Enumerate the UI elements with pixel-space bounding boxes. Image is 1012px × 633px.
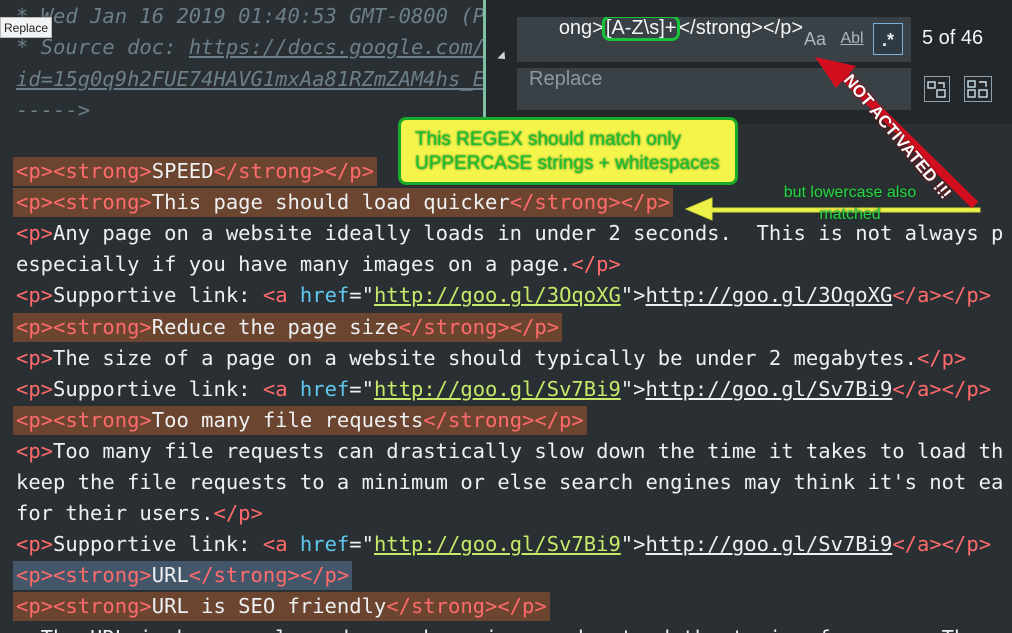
code-line[interactable]: for their users.</p>	[16, 498, 263, 529]
regex-callout: This REGEX should match only UPPERCASE s…	[398, 117, 738, 185]
code-line[interactable]: <p><strong>Reduce the page size</strong>…	[13, 312, 562, 343]
code-line[interactable]: The URL is how people and search engines…	[16, 623, 1004, 633]
code-line[interactable]: <p>Supportive link: <a href="http://goo.…	[16, 374, 991, 405]
code-line[interactable]: <p>Too many file requests can drasticall…	[16, 436, 1003, 467]
source-doc-link[interactable]: https://docs.google.com/	[189, 35, 485, 59]
code-line[interactable]: <p><strong>URL</strong></p>	[13, 560, 352, 591]
lowercase-note: but lowercase also matched	[783, 184, 917, 223]
code-line[interactable]: <p>Supportive link: <a href="http://goo.…	[16, 280, 991, 311]
comment-line: * Wed Jan 16 2019 01:40:53 GMT-0800 (P	[16, 4, 485, 28]
replace-tooltip: Replace	[0, 17, 52, 38]
match-count: 5 of 46	[922, 27, 984, 49]
replace-all-icon	[967, 80, 988, 98]
replace-icon	[927, 81, 946, 98]
comment-line: ----->	[16, 98, 91, 122]
replace-all-button[interactable]	[964, 76, 992, 102]
code-line[interactable]: especially if you have many images on a …	[16, 249, 621, 280]
replace-placeholder: Replace	[529, 68, 603, 90]
code-line[interactable]: <p><strong>This page should load quicker…	[13, 187, 673, 218]
code-line[interactable]: <p><strong>SPEED</strong></p>	[13, 156, 377, 187]
comment-line: id=15g0q9h2FUE74HAVG1mxAa81RZmZAM4hs_E	[16, 67, 485, 91]
code-line[interactable]: <p><strong>Too many file requests</stron…	[13, 405, 587, 436]
code-line[interactable]: <p>The size of a page on a website shoul…	[16, 343, 966, 374]
toggle-replace-icon[interactable]	[497, 51, 509, 63]
comment-line: * Source doc: https://docs.google.com/	[16, 35, 486, 59]
code-line[interactable]: keep the file requests to a minimum or e…	[16, 467, 1003, 498]
match-case-toggle[interactable]: Aa	[800, 23, 830, 55]
replace-one-button[interactable]	[924, 76, 950, 102]
code-line[interactable]: <p><strong>URL is SEO friendly</strong><…	[13, 591, 550, 622]
regex-pattern: [A-Z\s]+	[601, 17, 681, 41]
code-line[interactable]: <p>Supportive link: <a href="http://goo.…	[16, 529, 991, 560]
whole-word-toggle[interactable]: Abl	[837, 23, 867, 55]
panel-edge	[483, 0, 486, 124]
find-replace-panel: ong> [A-Z\s]+ </strong></p> Aa Abl .* 5 of…	[483, 0, 1012, 124]
regex-toggle[interactable]: .*	[873, 23, 903, 55]
